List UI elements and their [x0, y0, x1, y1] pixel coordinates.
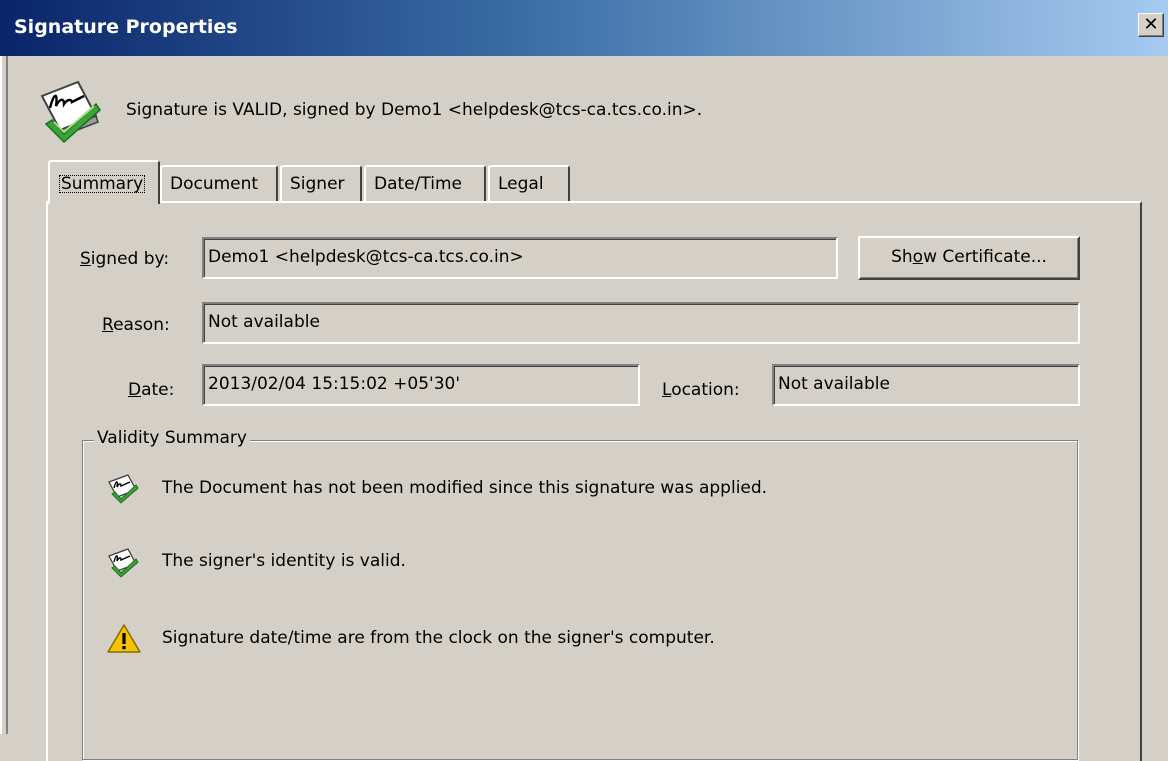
signature-status-message: Signature is VALID, signed by Demo1 <hel… [126, 100, 703, 120]
close-button[interactable]: ✕ [1138, 13, 1164, 37]
close-icon: ✕ [1143, 14, 1159, 35]
tab-document-label: Document [170, 174, 259, 194]
tab-summary-label: Summary [58, 174, 146, 194]
tab-signer-label: Signer [290, 174, 345, 194]
tab-signer[interactable]: Signer [280, 165, 362, 201]
window-edge [6, 56, 8, 734]
tab-legal[interactable]: Legal [488, 165, 570, 201]
summary-panel [46, 201, 1142, 761]
title-bar[interactable]: Signature Properties ✕ [0, 0, 1168, 56]
window-title: Signature Properties [14, 16, 238, 38]
tab-date-time-label: Date/Time [374, 174, 462, 194]
signature-valid-icon [40, 80, 101, 144]
tab-document[interactable]: Document [160, 165, 278, 201]
tab-legal-label: Legal [498, 174, 544, 194]
tab-summary[interactable]: Summary [48, 160, 160, 204]
tab-date-time[interactable]: Date/Time [364, 165, 486, 201]
